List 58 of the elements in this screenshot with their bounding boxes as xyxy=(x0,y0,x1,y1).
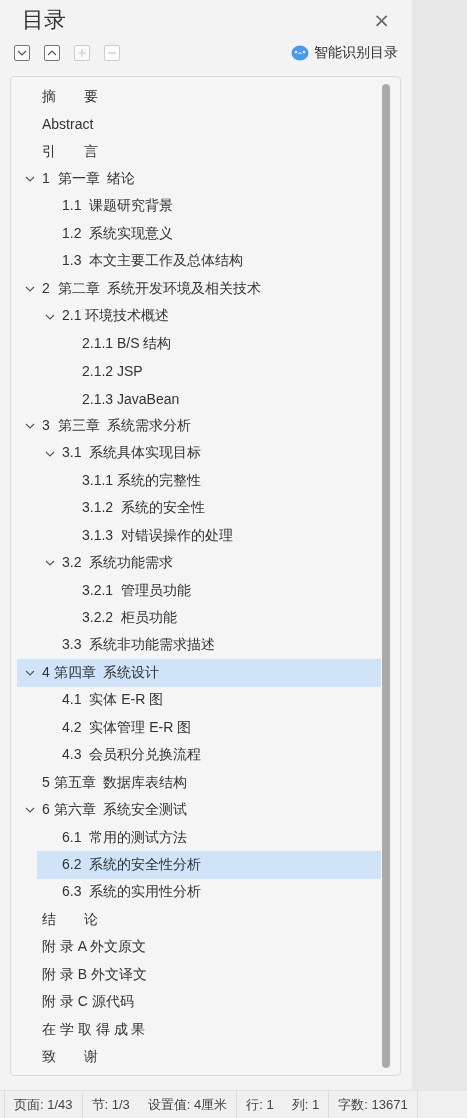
toc-item[interactable]: 1 第一章 绪论 xyxy=(17,165,381,193)
scrollbar[interactable] xyxy=(382,84,390,1068)
toc-item[interactable]: 1.3 本文主要工作及总体结构 xyxy=(37,247,381,276)
toc-item[interactable]: 2.1.1 B/S 结构 xyxy=(57,329,381,358)
collapse-all-button[interactable] xyxy=(44,45,60,61)
robot-icon xyxy=(291,45,309,61)
toc-item[interactable]: 2.1 环境技术概述 xyxy=(37,302,381,330)
toc-item[interactable]: 致 谢 xyxy=(17,1043,381,1071)
collapse-caret-icon[interactable] xyxy=(25,175,35,184)
toc-item[interactable]: 附 录 A 外文原文 xyxy=(17,933,381,961)
plus-icon xyxy=(76,47,88,59)
toc-item[interactable]: Abstract xyxy=(17,110,381,138)
collapse-caret-icon[interactable] xyxy=(45,312,55,321)
toc-item[interactable]: 1.1 课题研究背景 xyxy=(37,192,381,221)
collapse-caret-icon[interactable] xyxy=(45,449,55,458)
panel-title: 目录 xyxy=(22,6,66,34)
toc-item[interactable]: 6.1 常用的测试方法 xyxy=(37,823,381,852)
toc-item[interactable]: 3.1 系统具体实现目标 xyxy=(37,439,381,468)
toc-item[interactable]: 4.1 实体 E-R 图 xyxy=(37,686,381,715)
toc-item[interactable]: 4 第四章 系统设计 xyxy=(17,659,381,687)
status-text: 节: 1/3 xyxy=(91,1095,130,1114)
toc-item[interactable]: 6.3 系统的实用性分析 xyxy=(37,878,381,907)
toc-item[interactable]: 引 言 xyxy=(17,137,381,166)
collapse-caret-icon[interactable] xyxy=(45,559,55,568)
close-button[interactable]: × xyxy=(373,10,390,30)
toc-item[interactable]: 在 学 取 得 成 果 xyxy=(17,1015,381,1044)
toc-item[interactable]: 3.2.1 管理员功能 xyxy=(57,576,381,605)
collapse-caret-icon[interactable] xyxy=(25,422,35,431)
toc-item[interactable]: 3.3 系统非功能需求描述 xyxy=(37,631,381,660)
toc-item[interactable]: 3.1.1 系统的完整性 xyxy=(57,467,381,495)
toc-item[interactable]: 3 第三章 系统需求分析 xyxy=(17,412,381,440)
toc-item[interactable]: 3.2 系统功能需求 xyxy=(37,549,381,577)
toc-item[interactable]: 3.1.2 系统的安全性 xyxy=(57,494,381,522)
toc-item[interactable]: 1.2 系统实现意义 xyxy=(37,220,381,248)
toc-item[interactable]: 2.1.3 JavaBean xyxy=(57,384,381,413)
collapse-caret-icon[interactable] xyxy=(25,669,35,678)
toc-item[interactable]: 附 录 B 外文译文 xyxy=(17,961,381,989)
status-text: 字数: 13671 xyxy=(338,1095,408,1114)
toc-item[interactable]: 6 第六章 系统安全测试 xyxy=(17,796,381,824)
status-text: 设置值: 4厘米 xyxy=(147,1095,228,1114)
expand-all-button[interactable] xyxy=(14,45,30,61)
status-text: 行: 1 xyxy=(246,1095,274,1114)
collapse-caret-icon[interactable] xyxy=(25,285,35,294)
toc-item[interactable]: 2 第二章 系统开发环境及相关技术 xyxy=(17,275,381,303)
collapse-caret-icon[interactable] xyxy=(25,806,35,815)
toc-item[interactable]: 结 论 xyxy=(17,906,381,934)
toc-item[interactable]: 附 录 C 源代码 xyxy=(17,988,381,1016)
toc-item[interactable]: 3.2.2 柜员功能 xyxy=(57,604,381,632)
smart-recognize-button[interactable]: 智能识别目录 xyxy=(291,44,398,62)
toc-item[interactable]: 6.2 系统的安全性分析 xyxy=(37,851,381,879)
status-text: 列: 1 xyxy=(291,1095,320,1114)
toc-item[interactable]: 4.2 实体管理 E-R 图 xyxy=(37,714,381,742)
status-text: 页面: 1/43 xyxy=(14,1095,73,1114)
toc-item[interactable]: 3.1.3 对错误操作的处理 xyxy=(57,522,381,550)
toc-item[interactable]: 摘 要 xyxy=(17,83,381,111)
toc-item[interactable]: 5 第五章 数据库表结构 xyxy=(17,768,381,797)
toc-item[interactable]: 2.1.2 JSP xyxy=(57,357,381,385)
toc-item[interactable]: 4.3 会员积分兑换流程 xyxy=(37,741,381,769)
